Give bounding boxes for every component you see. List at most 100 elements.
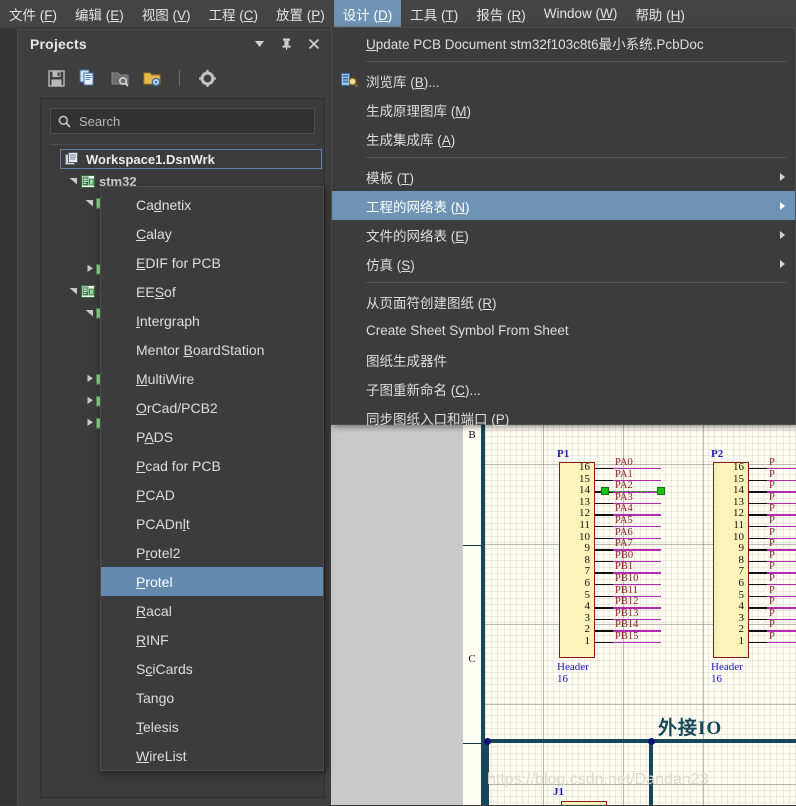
netlist-format-label: Pcad for PCB (136, 457, 221, 474)
netlist-format-eesof[interactable]: EESof (101, 277, 323, 306)
design-menu-item-label: 工程的网络表 (N) (366, 199, 470, 215)
design-menu-item-14[interactable]: 子图重新命名 (C)... (332, 374, 795, 403)
design-menu-item-label: 生成集成库 (A) (366, 132, 456, 148)
menubar-item-c[interactable]: 工程 (C) (200, 0, 268, 27)
menubar-item-h[interactable]: 帮助 (H) (626, 0, 694, 27)
design-menu-item-12[interactable]: Create Sheet Symbol From Sheet (332, 316, 795, 345)
documents-icon[interactable] (77, 67, 99, 89)
netlist-format-wirelist[interactable]: WireList (101, 741, 323, 770)
design-menu-item-4[interactable]: 生成集成库 (A) (332, 124, 795, 153)
pin-number: 6 (738, 577, 745, 589)
net-label: PB0 (615, 549, 634, 561)
netlist-format-racal[interactable]: Racal (101, 596, 323, 625)
expand-arrow-closed-icon[interactable] (83, 374, 95, 385)
dropdown-icon[interactable] (253, 38, 266, 51)
pin-number: 8 (584, 553, 591, 566)
netlist-format-cadnetix[interactable]: Cadnetix (101, 190, 323, 219)
tree-item-label: Workspace1.DsnWrk (86, 151, 215, 167)
netlist-format-orcad-pcb2[interactable]: OrCad/PCB2 (101, 393, 323, 422)
netlist-format-edif-for-pcb[interactable]: EDIF for PCB (101, 248, 323, 277)
design-menu-item-11[interactable]: 从页面符创建图纸 (R) (332, 287, 795, 316)
search-placeholder: Search (79, 113, 121, 129)
netlist-format-protel[interactable]: Protel (101, 567, 323, 596)
junction-dot (647, 737, 655, 745)
netlist-format-pads[interactable]: PADS (101, 422, 323, 451)
net-label: P (769, 573, 775, 584)
folder-search-icon[interactable] (109, 67, 131, 89)
design-menu-item-8[interactable]: 文件的网络表 (E) (332, 220, 795, 249)
bus-line-horizontal (485, 739, 796, 743)
netlist-format-mentor-boardstation[interactable]: Mentor BoardStation (101, 335, 323, 364)
pin-number: 13 (733, 495, 744, 508)
design-menu-item-15[interactable]: 同步图纸入口和端口 (P) (332, 403, 795, 432)
menubar-item-v[interactable]: 视图 (V) (133, 0, 200, 27)
menubar-item-w[interactable]: Window (W) (535, 0, 627, 27)
netlist-format-label: EDIF for PCB (136, 254, 221, 271)
menubar-item-t[interactable]: 工具 (T) (401, 0, 467, 27)
menubar-item-r[interactable]: 报告 (R) (467, 0, 535, 27)
menu-bar: 文件 (F) 编辑 (E) 视图 (V) 工程 (C) 放置 (P) 设计 (D) 工具 (… (0, 0, 796, 28)
expand-arrow-open-icon[interactable] (67, 286, 79, 297)
folder-options-icon[interactable] (141, 67, 163, 89)
design-menu-item-9[interactable]: 仿真 (S) (332, 249, 795, 278)
netlist-format-telesis[interactable]: Telesis (101, 712, 323, 741)
expand-arrow-open-icon[interactable] (83, 198, 95, 209)
expand-arrow-open-icon[interactable] (83, 308, 95, 319)
expand-arrow-closed-icon[interactable] (83, 396, 95, 407)
netlist-format-label: SciCards (136, 660, 193, 677)
expand-arrow-closed-icon[interactable] (83, 264, 95, 275)
expand-arrow-closed-icon[interactable] (83, 418, 95, 429)
design-menu-item-3[interactable]: 生成原理图库 (M) (332, 95, 795, 124)
search-icon (58, 115, 71, 128)
schematic-canvas[interactable]: B C P1 Header 16 16 PA0 15 PA1 14 PA2 13 PA3 12 PA4… (331, 424, 796, 805)
pin-wire (595, 537, 613, 539)
net-label: PA6 (615, 526, 633, 538)
netlist-format-rinf[interactable]: RINF (101, 625, 323, 654)
menubar-item-f[interactable]: 文件 (F) (0, 0, 66, 27)
design-menu-dropdown: Update PCB Document stm32f103c8t6最小系统.Pc… (331, 27, 796, 427)
pin-number: 7 (738, 565, 745, 578)
expand-arrow-open-icon[interactable] (67, 176, 79, 187)
netlist-format-intergraph[interactable]: Intergraph (101, 306, 323, 335)
pin-wire (749, 642, 767, 644)
net-label: PB11 (615, 584, 638, 596)
netlist-format-pcad-for-pcb[interactable]: Pcad for PCB (101, 451, 323, 480)
search-input[interactable]: Search (50, 108, 315, 134)
tree-row[interactable]: Workspace1.DsnWrk (43, 148, 324, 170)
menubar-item-d[interactable]: 设计 (D) (333, 0, 402, 27)
design-menu-item-0[interactable]: Update PCB Document stm32f103c8t6最小系统.Pc… (332, 28, 795, 57)
pin-wire (595, 526, 613, 528)
netlist-format-protel2[interactable]: Protel2 (101, 538, 323, 567)
gear-icon[interactable] (196, 67, 218, 89)
netlist-format-calay[interactable]: Calay (101, 219, 323, 248)
menubar-item-label: 工程 (C) (208, 7, 259, 23)
net-label: PA1 (615, 468, 633, 480)
netlist-format-pcadnlt[interactable]: PCADnlt (101, 509, 323, 538)
netlist-format-scicards[interactable]: SciCards (101, 654, 323, 683)
netlist-format-label: EESof (136, 283, 176, 300)
netlist-format-label: Tango (136, 689, 175, 706)
pin-number: 15 (579, 472, 590, 485)
design-menu-item-6[interactable]: 模板 (T) (332, 162, 795, 191)
projects-toolbar (18, 60, 332, 96)
close-icon[interactable] (307, 38, 320, 51)
netlist-format-multiwire[interactable]: MultiWire (101, 364, 323, 393)
net-wire (767, 642, 796, 644)
design-menu-item-13[interactable]: 图纸生成器件 (332, 345, 795, 374)
net-label: PB13 (615, 607, 639, 619)
pin-icon[interactable] (280, 38, 293, 51)
pin-number: 13 (579, 495, 590, 508)
net-label: P (769, 631, 775, 642)
design-menu-item-7[interactable]: 工程的网络表 (N) (332, 191, 795, 220)
net-label: P (769, 468, 775, 480)
netlist-format-tango[interactable]: Tango (101, 683, 323, 712)
net-label: PB14 (615, 619, 639, 631)
menubar-item-label: 设计 (D) (342, 7, 393, 23)
netlist-format-pcad[interactable]: PCAD (101, 480, 323, 509)
design-menu-item-2[interactable]: 浏览库 (B)... (332, 66, 795, 95)
save-icon[interactable] (45, 67, 67, 89)
pin-number: 2 (584, 623, 591, 636)
pin-number: 2 (738, 623, 745, 636)
menubar-item-p[interactable]: 放置 (P) (267, 0, 334, 27)
menubar-item-e[interactable]: 编辑 (E) (66, 0, 133, 27)
